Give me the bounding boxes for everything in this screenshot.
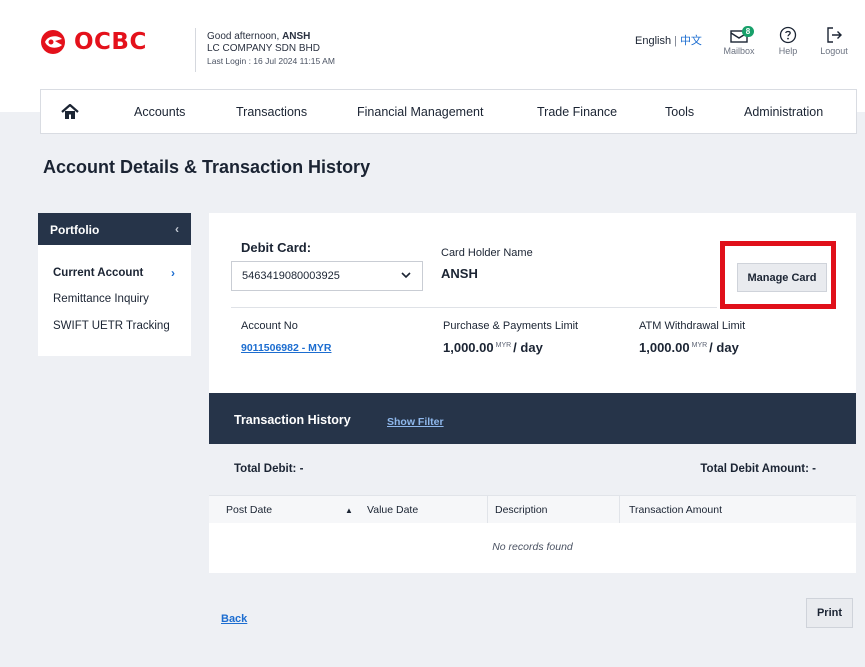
ocbc-logo[interactable]: OCBC <box>40 29 147 55</box>
empty-state-text: No records found <box>492 541 573 553</box>
purchase-limit-amount: 1,000.00 <box>443 340 494 355</box>
sidebar-header: Portfolio ‹ <box>38 213 191 245</box>
nav-item-transactions[interactable]: Transactions <box>236 105 307 119</box>
nav-item-trade-finance[interactable]: Trade Finance <box>537 105 617 119</box>
page-title: Account Details & Transaction History <box>43 157 371 177</box>
sidebar-item-remittance-inquiry[interactable]: Remittance Inquiry <box>53 293 149 305</box>
lang-chinese[interactable]: 中文 <box>680 35 702 47</box>
atm-limit-currency: MYR <box>691 341 708 349</box>
chevron-right-icon: › <box>171 266 175 280</box>
account-no-link[interactable]: 9011506982 - MYR <box>241 342 331 354</box>
company-name: LC COMPANY SDN BHD <box>207 43 320 54</box>
totals-bar: Total Debit: - Total Debit Amount: - <box>209 444 856 495</box>
total-debit-amount: Total Debit Amount: - <box>700 463 816 475</box>
atm-limit-value: 1,000.00 MYR / day <box>639 340 739 355</box>
column-transaction-amount[interactable]: Transaction Amount <box>629 504 722 516</box>
help-button[interactable]: Help <box>773 26 803 56</box>
nav-item-tools[interactable]: Tools <box>665 105 694 119</box>
transaction-history-title: Transaction History <box>234 413 351 427</box>
table-header: Post Date ▲ Value Date Description Trans… <box>209 495 856 524</box>
greeting-block: Good afternoon, ANSH LC COMPANY SDN BHD … <box>207 31 335 67</box>
purchase-limit-period: / day <box>513 340 543 355</box>
greeting-user: ANSH <box>282 31 311 42</box>
column-separator <box>619 496 620 524</box>
logout-button[interactable]: Logout <box>814 26 854 56</box>
ocbc-logo-mark-icon <box>41 30 65 54</box>
atm-limit-amount: 1,000.00 <box>639 340 690 355</box>
mailbox-count-badge: 8 <box>742 26 754 37</box>
lang-separator: | <box>674 35 677 47</box>
debit-card-select[interactable]: 5463419080003925 <box>231 261 423 291</box>
greeting-prefix: Good afternoon, <box>207 31 283 42</box>
show-filter-link[interactable]: Show Filter <box>387 416 444 428</box>
nav-home[interactable] <box>41 90 99 133</box>
purchase-limit-currency: MYR <box>495 341 512 349</box>
card-holder-name: ANSH <box>441 266 478 281</box>
column-description[interactable]: Description <box>495 504 548 516</box>
atm-limit-label: ATM Withdrawal Limit <box>639 320 746 332</box>
manage-card-button[interactable]: Manage Card <box>737 263 827 292</box>
sidebar: Portfolio ‹ Current Account Remittance I… <box>38 213 191 356</box>
header-divider <box>195 28 196 72</box>
nav-item-financial-management[interactable]: Financial Management <box>357 105 483 119</box>
sidebar-item-swift-uetr-tracking[interactable]: SWIFT UETR Tracking <box>53 320 170 332</box>
section-divider <box>231 307 717 308</box>
main-nav: Accounts Transactions Financial Manageme… <box>40 89 857 134</box>
sidebar-title: Portfolio <box>50 223 100 237</box>
mailbox-button[interactable]: 8 Mailbox <box>717 26 761 56</box>
nav-item-administration[interactable]: Administration <box>744 105 823 119</box>
logout-icon <box>827 27 842 43</box>
last-login: Last Login : 16 Jul 2024 11:15 AM <box>207 56 335 66</box>
help-icon <box>779 26 797 44</box>
sidebar-item-current-account[interactable]: Current Account <box>53 267 143 279</box>
back-link[interactable]: Back <box>221 613 247 625</box>
greeting-line: Good afternoon, ANSH <box>207 31 335 43</box>
account-no-label: Account No <box>241 320 298 332</box>
home-icon <box>61 103 79 119</box>
debit-card-label: Debit Card: <box>241 240 312 255</box>
print-button[interactable]: Print <box>806 598 853 628</box>
logout-label: Logout <box>820 46 848 56</box>
language-switcher: English | 中文 <box>635 32 702 48</box>
purchase-limit-label: Purchase & Payments Limit <box>443 320 579 332</box>
card-holder-label: Card Holder Name <box>441 247 533 259</box>
atm-limit-period: / day <box>709 340 739 355</box>
help-label: Help <box>778 46 798 56</box>
page: OCBC Good afternoon, ANSH LC COMPANY SDN… <box>0 0 865 667</box>
debit-card-number: 5463419080003925 <box>242 270 340 282</box>
brand-name: OCBC <box>74 29 147 55</box>
collapse-chevron-icon[interactable]: ‹ <box>175 222 179 236</box>
column-post-date[interactable]: Post Date <box>226 504 272 516</box>
lang-english[interactable]: English <box>635 35 671 47</box>
chevron-down-icon <box>401 272 411 279</box>
mailbox-label: Mailbox <box>723 46 755 56</box>
column-separator <box>487 496 488 524</box>
sort-ascending-icon[interactable]: ▲ <box>345 506 353 515</box>
purchase-limit-value: 1,000.00 MYR / day <box>443 340 543 355</box>
transaction-history-header: Transaction History Show Filter <box>209 393 856 444</box>
total-debit: Total Debit: - <box>234 463 304 475</box>
column-value-date[interactable]: Value Date <box>367 504 418 516</box>
table-body: No records found <box>209 523 856 573</box>
nav-item-accounts[interactable]: Accounts <box>134 105 185 119</box>
